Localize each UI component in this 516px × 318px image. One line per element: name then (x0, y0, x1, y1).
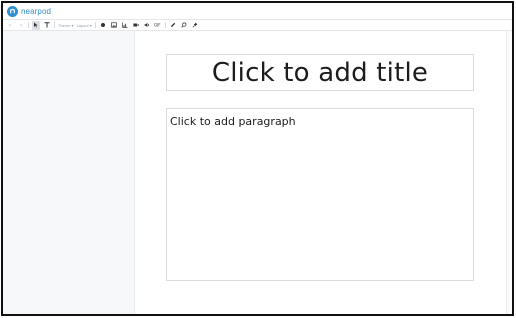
layout-dropdown[interactable]: Layout ▾ (77, 21, 92, 30)
toolbar-divider (54, 22, 55, 28)
chart-icon[interactable] (121, 21, 129, 30)
eraser-icon[interactable] (180, 21, 188, 30)
image-icon[interactable] (110, 21, 118, 30)
toolbar: ↶ ↷ Theme ▾ Layout ▾ GIF (3, 20, 512, 31)
text-icon[interactable] (43, 21, 51, 30)
toolbar-divider (164, 22, 166, 28)
pen-icon[interactable] (169, 21, 177, 30)
right-panel-rail (506, 31, 512, 314)
logo-text: nearpod (21, 6, 52, 16)
slide-title-placeholder[interactable]: Click to add title (166, 54, 474, 91)
nearpod-logo-icon (7, 5, 18, 17)
toolbar-divider (28, 22, 29, 28)
theme-dropdown[interactable]: Theme ▾ (58, 21, 74, 30)
video-icon[interactable] (132, 21, 140, 30)
svg-text:GIF: GIF (154, 23, 161, 28)
toolbar-divider (94, 22, 96, 28)
pin-icon[interactable] (191, 21, 199, 30)
select-cursor-icon[interactable] (32, 20, 40, 30)
redo-icon[interactable]: ↷ (17, 21, 25, 30)
slide-paragraph-placeholder[interactable]: Click to add paragraph (166, 108, 474, 281)
gif-icon[interactable]: GIF (154, 21, 162, 30)
slide-thumbnail-sidebar[interactable] (3, 31, 135, 314)
audio-icon[interactable] (143, 21, 151, 30)
undo-icon[interactable]: ↶ (6, 21, 14, 30)
app-header: nearpod (3, 3, 512, 20)
shape-circle-icon[interactable] (99, 21, 107, 30)
